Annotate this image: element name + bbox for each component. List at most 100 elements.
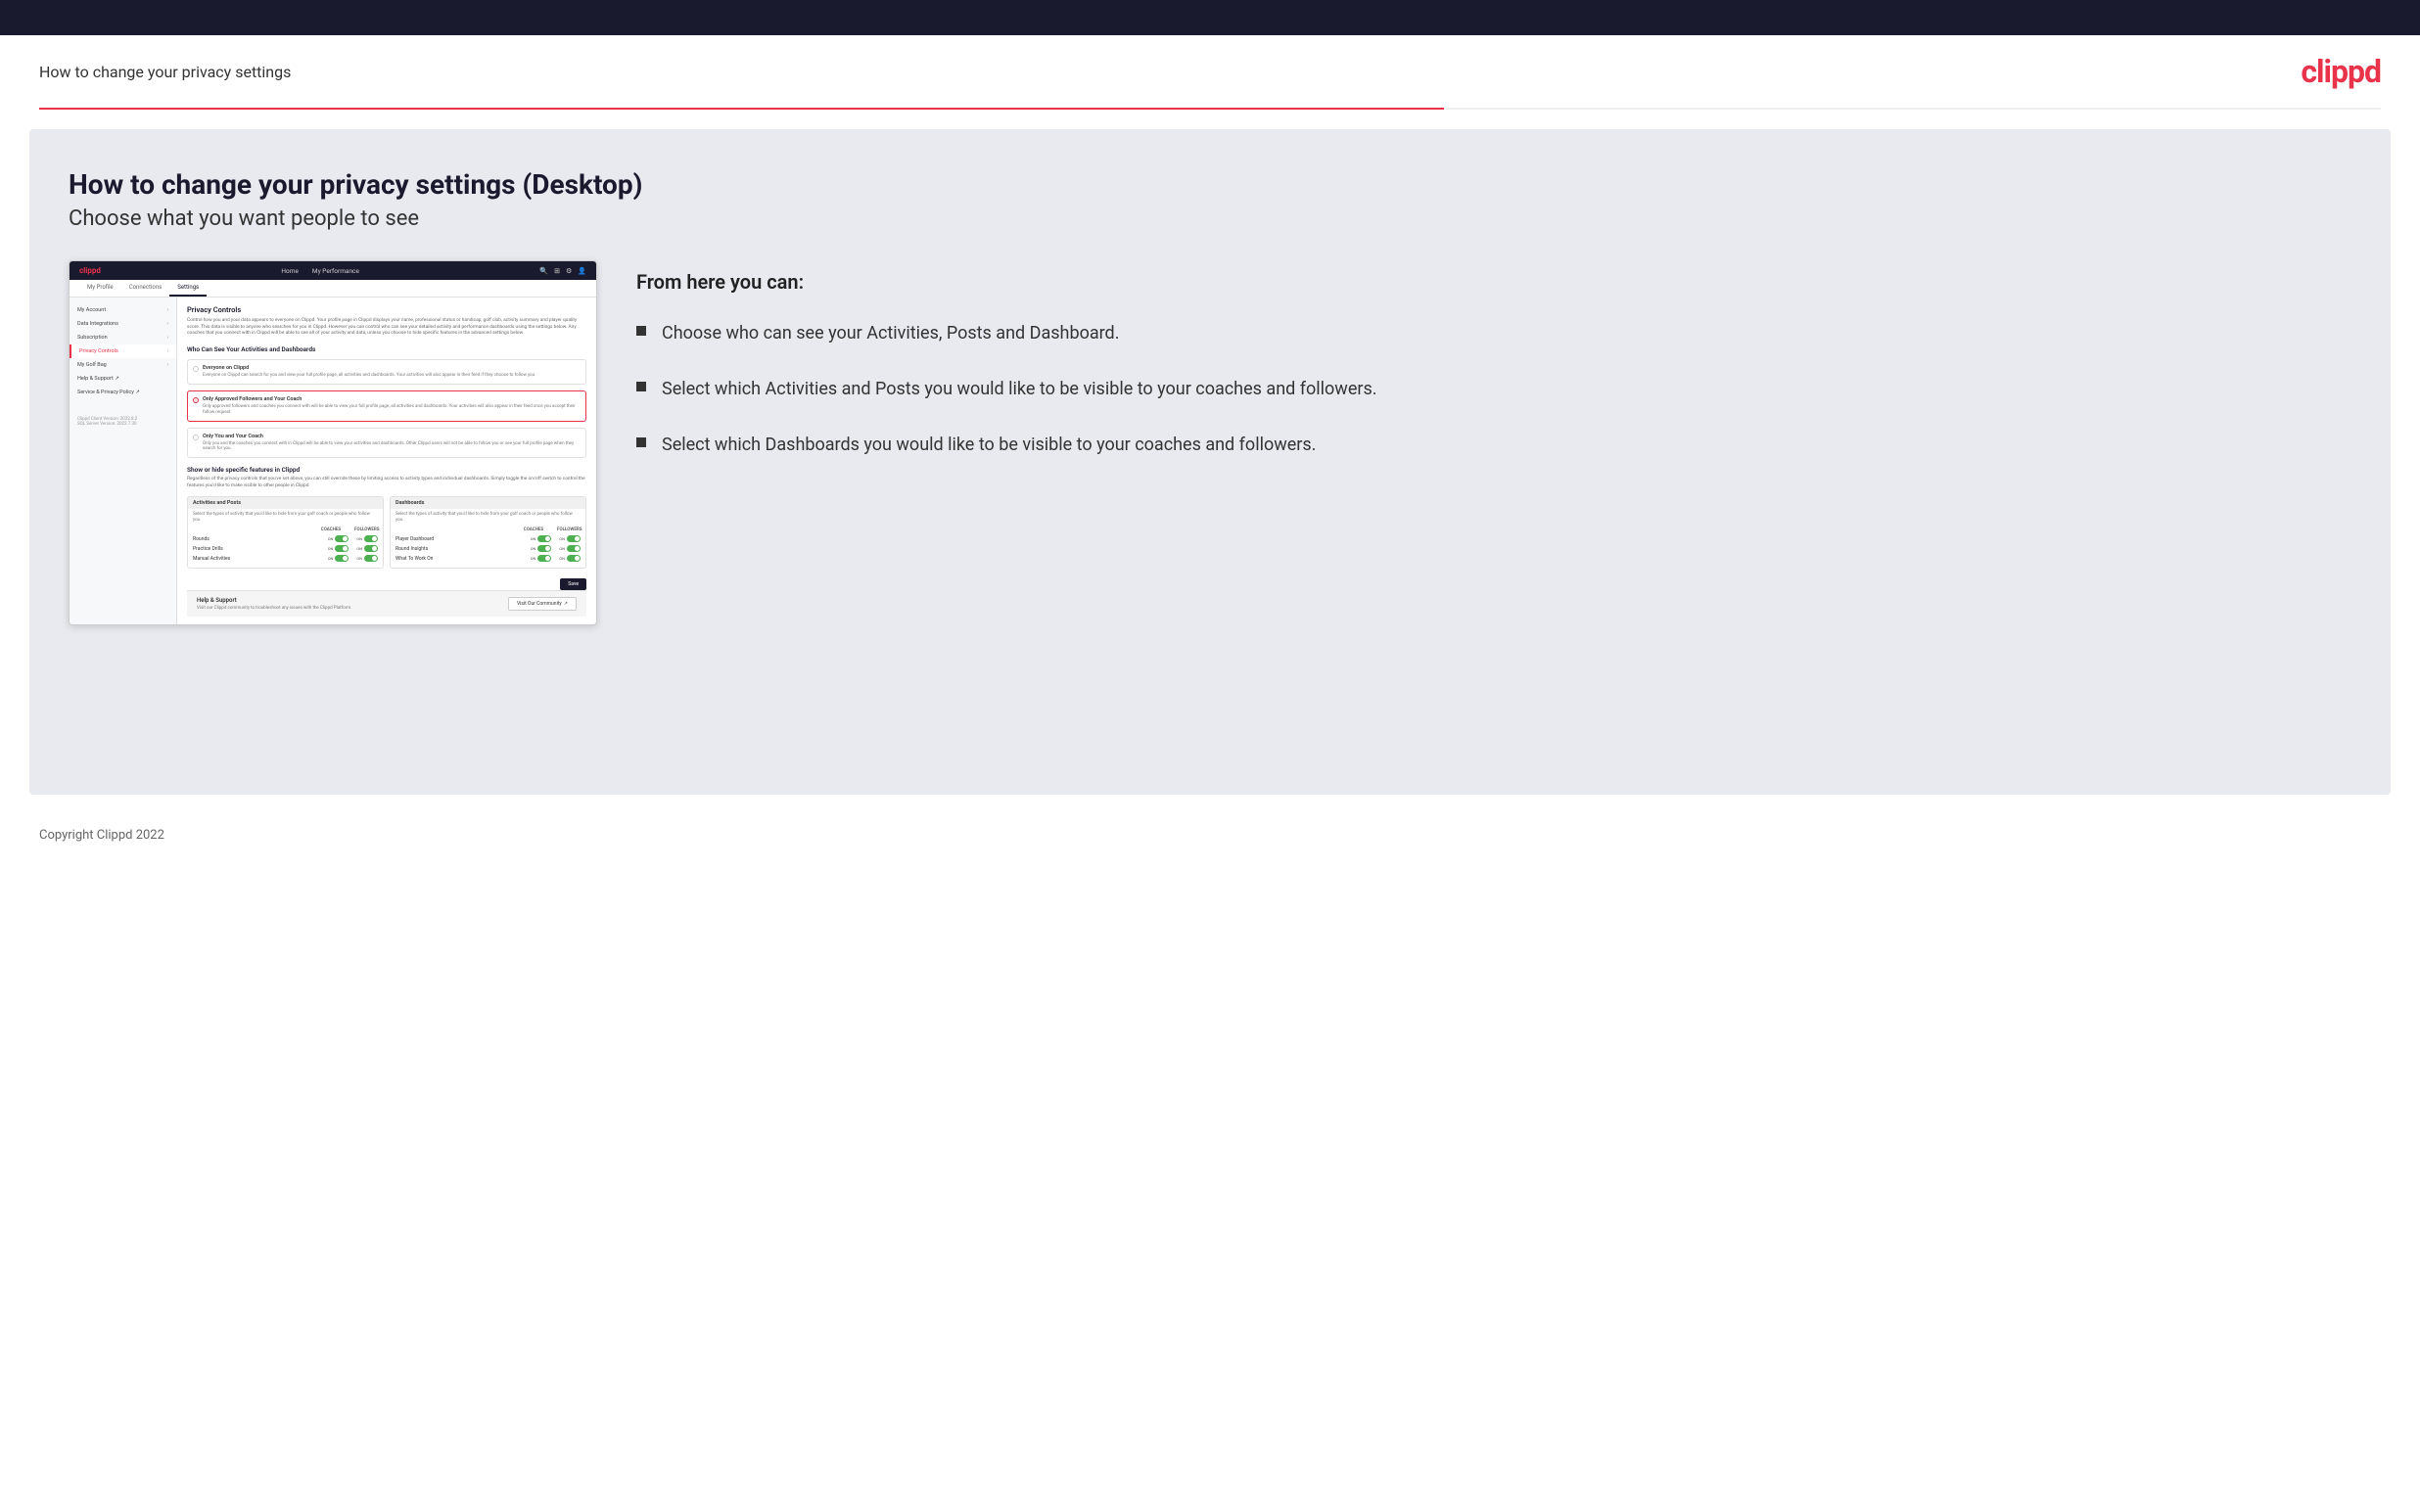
toggle-pill [537,535,551,542]
grid-icon[interactable]: ⊞ [554,267,560,275]
on-label: ON [531,556,536,561]
sidebar-item-my-account[interactable]: My Account › [70,303,176,317]
sidebar-item-data-integrations[interactable]: Data Integrations › [70,317,176,331]
app-nav-links: Home My Performance [281,267,358,275]
toggle-manual-coaches[interactable]: ON [328,555,349,562]
tab-my-profile[interactable]: My Profile [79,280,121,297]
bullet-text-3: Select which Dashboards you would like t… [662,433,1316,457]
toggle-insights-followers[interactable]: ON [559,545,581,552]
bullet-item-3: Select which Dashboards you would like t… [636,433,2351,457]
on-label: ON [531,546,536,551]
settings-icon[interactable]: ⚙ [566,267,572,275]
toggle-pill [364,545,378,552]
toggle-label-rounds: Rounds [193,536,209,542]
sidebar-item-subscription[interactable]: Subscription › [70,331,176,344]
radio-label-coach-only: Only You and Your Coach [203,434,581,439]
coaches-col-label: COACHES [522,527,545,532]
dashboards-col-headers: COACHES FOLLOWERS [396,527,581,532]
sidebar-item-my-golf-bag[interactable]: My Golf Bag › [70,358,176,372]
toggle-row-what-to-work: What To Work On ON ON [396,555,581,562]
toggle-label-practice-drills: Practice Drills [193,546,223,552]
followers-col-label: FOLLOWERS [557,527,581,532]
chevron-icon: › [166,335,168,341]
radio-everyone[interactable]: Everyone on Clippd Everyone on Clippd ca… [187,359,586,385]
toggle-work-coaches[interactable]: ON [531,555,552,562]
sidebar-item-label: Subscription [77,335,108,341]
save-button[interactable]: Save [560,578,586,590]
toggle-pill [335,545,349,552]
privacy-controls-title: Privacy Controls [187,305,586,314]
sidebar-item-label: Privacy Controls [79,348,118,354]
toggle-rounds-followers[interactable]: ON [356,535,378,542]
chevron-icon: › [166,348,168,354]
toggle-controls-manual: ON ON [328,555,378,562]
toggle-label-round-insights: Round Insights [396,546,428,552]
sidebar-item-help-support[interactable]: Help & Support ↗ [70,372,176,386]
sidebar-item-label: Service & Privacy Policy ↗ [77,389,140,395]
toggle-row-rounds: Rounds ON ON [193,535,378,542]
toggle-pill [567,555,581,562]
radio-circle-followers [193,397,199,403]
sidebar-item-label: My Golf Bag [77,362,107,368]
visit-community-label: Visit Our Community [517,601,562,607]
bullet-item-2: Select which Activities and Posts you wo… [636,377,2351,401]
privacy-controls-desc: Control how you and your data appears to… [187,318,586,338]
toggle-pill [335,555,349,562]
page-heading: How to change your privacy settings (Des… [69,168,2351,201]
search-icon[interactable]: 🔍 [539,267,548,275]
toggle-player-coaches[interactable]: ON [531,535,552,542]
tab-connections[interactable]: Connections [121,280,170,297]
visit-community-button[interactable]: Visit Our Community ↗ [508,597,577,611]
who-can-see-title: Who Can See Your Activities and Dashboar… [187,345,586,353]
chevron-icon: › [166,362,168,368]
activities-desc: Select the types of activity that you'd … [193,512,378,525]
toggle-controls-round-insights: ON ON [531,545,581,552]
toggle-row-round-insights: Round Insights ON ON [396,545,581,552]
nav-link-performance[interactable]: My Performance [312,267,359,275]
toggle-insights-coaches[interactable]: ON [531,545,552,552]
help-section: Help & Support Visit our Clippd communit… [187,590,586,617]
on-label: ON [328,556,334,561]
toggle-controls-player: ON ON [531,535,581,542]
toggle-pill [364,535,378,542]
toggle-rounds-coaches[interactable]: ON [328,535,349,542]
tab-settings[interactable]: Settings [169,280,207,297]
app-body: My Account › Data Integrations › Subscri… [70,298,596,624]
radio-circle-everyone [193,366,199,372]
toggle-practice-followers[interactable]: ON [356,545,378,552]
radio-desc-everyone: Everyone on Clippd can search for you an… [203,373,535,379]
from-here-label: From here you can: [636,270,2351,294]
on-label: ON [559,536,565,541]
sidebar-item-label: My Account [77,307,106,313]
followers-col-label: FOLLOWERS [354,527,378,532]
activities-col-headers: COACHES FOLLOWERS [193,527,378,532]
toggle-work-followers[interactable]: ON [559,555,581,562]
bullet-square-2 [636,382,646,391]
sidebar-item-label: Data Integrations [77,321,118,327]
show-hide-desc: Regardless of the privacy controls that … [187,477,586,489]
toggle-pill [537,555,551,562]
chevron-icon: › [166,321,168,327]
toggle-pill [364,555,378,562]
radio-circle-coach-only [193,435,199,440]
user-icon[interactable]: 👤 [578,267,586,275]
toggle-pill [567,545,581,552]
toggle-manual-followers[interactable]: ON [356,555,378,562]
toggle-practice-coaches[interactable]: ON [328,545,349,552]
sidebar-item-service-privacy[interactable]: Service & Privacy Policy ↗ [70,386,176,399]
radio-coach-only[interactable]: Only You and Your Coach Only you and the… [187,428,586,459]
app-screenshot: clippd Home My Performance 🔍 ⊞ ⚙ 👤 My Pr… [69,260,597,625]
radio-desc-followers: Only approved followers and coaches you … [203,404,581,416]
toggle-player-followers[interactable]: ON [559,535,581,542]
activities-posts-body: Select the types of activity that you'd … [188,509,383,569]
radio-followers[interactable]: Only Approved Followers and Your Coach O… [187,390,586,422]
nav-link-home[interactable]: Home [281,267,299,275]
toggle-row-manual: Manual Activities ON ON [193,555,378,562]
dashboards-body: Select the types of activity that you'd … [391,509,585,569]
footer: Copyright Clippd 2022 [0,814,2420,856]
app-navbar: clippd Home My Performance 🔍 ⊞ ⚙ 👤 [70,261,596,280]
sidebar-item-label: Help & Support ↗ [77,376,119,382]
sidebar-item-privacy-controls[interactable]: Privacy Controls › [70,344,176,358]
show-hide-section: Show or hide specific features in Clippd… [187,466,586,590]
dashboards-panel: Dashboards Select the types of activity … [390,496,586,570]
